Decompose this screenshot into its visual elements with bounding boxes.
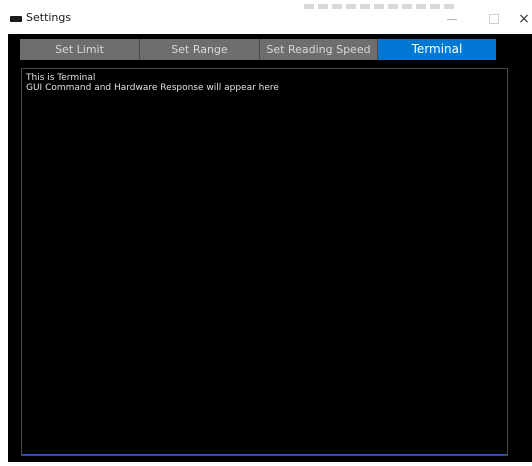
minimize-button[interactable] [432,6,472,32]
tab-set-reading-speed[interactable]: Set Reading Speed [260,39,378,60]
left-window-edge [0,0,8,466]
app-icon [10,16,22,22]
maximize-icon [489,14,499,24]
terminal-line: This is Terminal [26,73,96,83]
tab-set-range[interactable]: Set Range [140,39,260,60]
terminal-line: GUI Command and Hardware Response will a… [26,83,279,93]
main-content: Set Limit Set Range Set Reading Speed Te… [8,34,532,466]
tab-bar: Set Limit Set Range Set Reading Speed Te… [20,39,496,60]
minimize-icon [447,18,457,20]
tab-terminal[interactable]: Terminal [378,39,496,60]
close-button[interactable]: × [516,6,532,32]
title-bar[interactable]: Settings × [8,0,532,34]
terminal-output[interactable]: This is Terminal GUI Command and Hardwar… [21,68,508,456]
tab-set-limit[interactable]: Set Limit [20,39,140,60]
window-title: Settings [26,11,72,24]
maximize-button[interactable] [474,6,514,32]
close-icon: × [518,11,530,27]
bottom-window-edge [0,462,532,466]
settings-window: Settings × Set Limit Set Range Set Readi… [8,0,532,466]
terminal-underline [22,454,507,455]
